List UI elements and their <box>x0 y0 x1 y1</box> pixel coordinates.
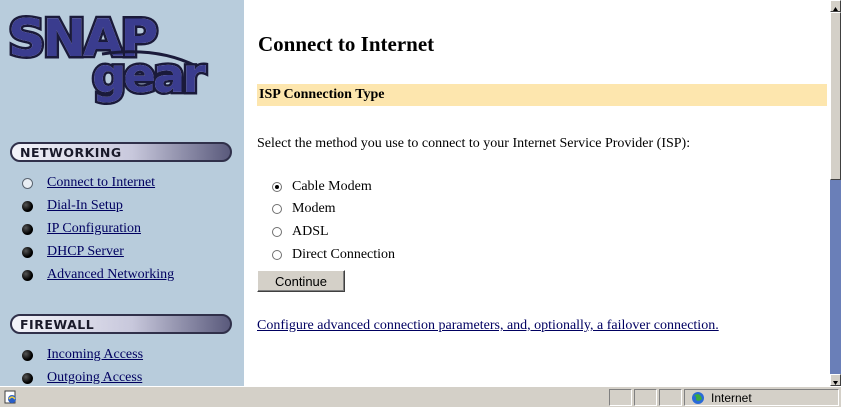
intro-text: Select the method you use to connect to … <box>257 136 691 151</box>
sidebar-item-advanced-networking[interactable]: Advanced Networking <box>22 264 174 286</box>
option-adsl[interactable]: ADSL <box>272 222 329 242</box>
snapgear-logo: SNAP SNAP gear gear <box>6 7 212 107</box>
sidebar-item-connect-to-internet[interactable]: Connect to Internet <box>22 172 155 194</box>
radio-modem[interactable] <box>272 204 282 214</box>
scroll-track[interactable] <box>830 180 841 374</box>
option-label: Modem <box>292 201 336 216</box>
advanced-networking-link[interactable]: Advanced Networking <box>47 267 174 283</box>
bullet-icon <box>22 269 33 281</box>
networking-title: NETWORKING <box>20 145 122 160</box>
networking-header: NETWORKING <box>10 142 232 162</box>
firewall-title: FIREWALL <box>20 317 95 332</box>
status-cell <box>634 389 657 406</box>
bullet-icon <box>22 349 33 361</box>
section-bar: ISP Connection Type <box>257 84 827 106</box>
sidebar-item-outgoing-access[interactable]: Outgoing Access <box>22 367 142 386</box>
page-icon <box>4 390 16 404</box>
status-bar: Internet <box>0 386 841 407</box>
continue-button[interactable]: Continue <box>257 270 345 292</box>
sidebar-item-dhcp-server[interactable]: DHCP Server <box>22 241 124 263</box>
scroll-up-button[interactable] <box>830 0 841 12</box>
status-message <box>18 389 608 406</box>
active-bullet-icon <box>22 177 33 189</box>
radio-cable-modem[interactable] <box>272 182 282 192</box>
connect-to-internet-link[interactable]: Connect to Internet <box>47 175 155 191</box>
scroll-thumb[interactable] <box>830 12 841 180</box>
status-cell <box>659 389 682 406</box>
page-title: Connect to Internet <box>258 32 435 56</box>
dial-in-setup-link[interactable]: Dial-In Setup <box>47 198 123 214</box>
option-label: ADSL <box>292 224 329 239</box>
incoming-access-link[interactable]: Incoming Access <box>47 347 143 363</box>
dhcp-server-link[interactable]: DHCP Server <box>47 244 124 260</box>
radio-adsl[interactable] <box>272 227 282 237</box>
option-direct-connection[interactable]: Direct Connection <box>272 245 395 265</box>
radio-direct-connection[interactable] <box>272 250 282 260</box>
vertical-scrollbar[interactable] <box>830 0 841 386</box>
sidebar-item-incoming-access[interactable]: Incoming Access <box>22 344 143 366</box>
main-content: Connect to Internet ISP Connection Type … <box>244 0 830 386</box>
option-cable-modem[interactable]: Cable Modem <box>272 177 372 197</box>
bullet-icon <box>22 200 33 212</box>
bullet-icon <box>22 223 33 235</box>
advanced-connection-link[interactable]: Configure advanced connection parameters… <box>257 318 719 334</box>
scroll-down-button[interactable] <box>830 374 841 386</box>
svg-text:gear: gear <box>92 48 206 104</box>
status-cell <box>609 389 632 406</box>
option-label: Cable Modem <box>292 179 372 194</box>
globe-icon <box>692 392 704 404</box>
sidebar-item-ip-configuration[interactable]: IP Configuration <box>22 218 141 240</box>
bullet-icon <box>22 246 33 258</box>
zone-panel: Internet <box>684 389 839 406</box>
option-modem[interactable]: Modem <box>272 199 336 219</box>
sidebar: SNAP SNAP gear gear NETWORKING Connect t… <box>0 0 244 386</box>
outgoing-access-link[interactable]: Outgoing Access <box>47 370 142 386</box>
option-label: Direct Connection <box>292 247 396 262</box>
zone-label: Internet <box>711 391 752 405</box>
ip-configuration-link[interactable]: IP Configuration <box>47 221 141 237</box>
section-title: ISP Connection Type <box>259 87 385 102</box>
firewall-header: FIREWALL <box>10 314 232 334</box>
bullet-icon <box>22 372 33 384</box>
sidebar-item-dial-in-setup[interactable]: Dial-In Setup <box>22 195 123 217</box>
